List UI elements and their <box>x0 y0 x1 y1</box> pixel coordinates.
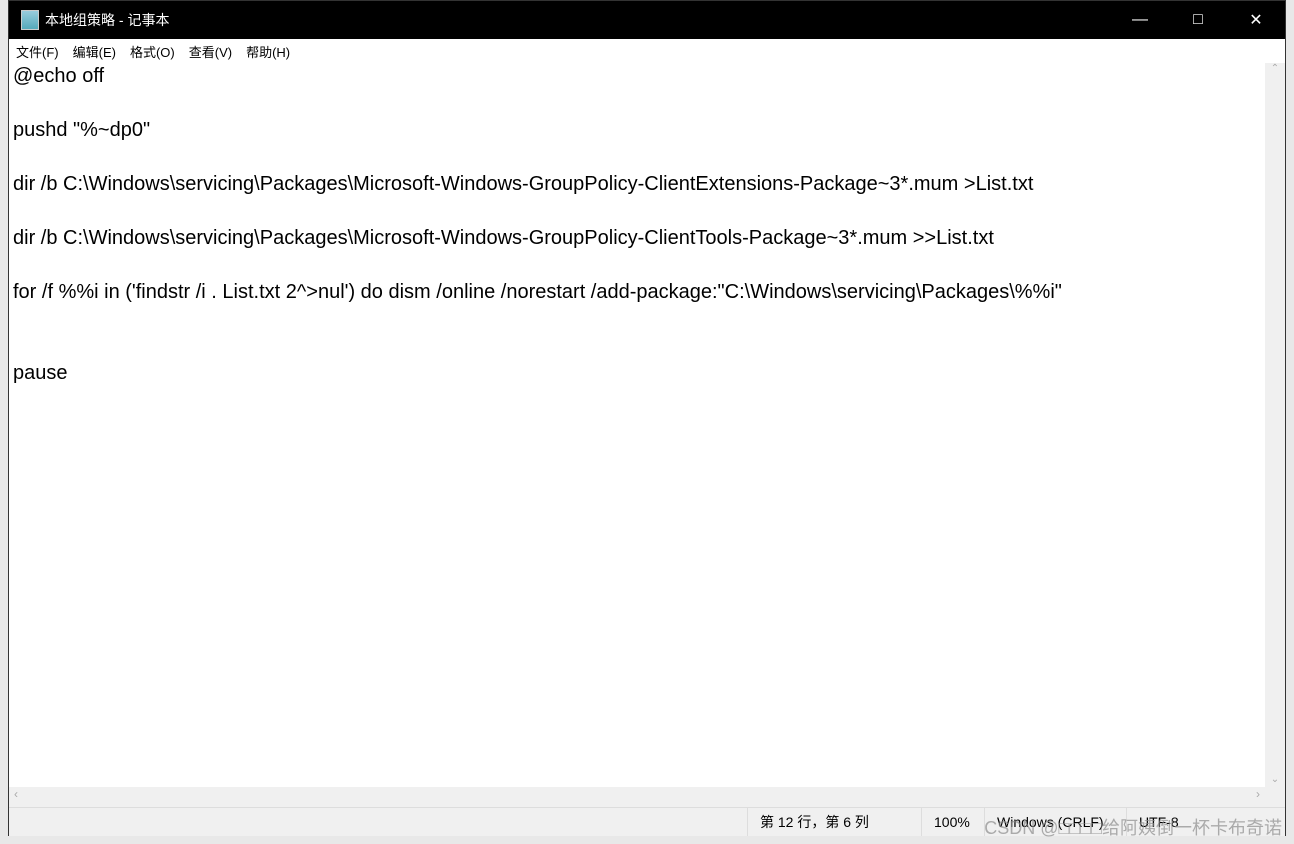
text-editor[interactable]: @echo off pushd "%~dp0" dir /b C:\Window… <box>9 63 1265 787</box>
window-title: 本地组策略 - 记事本 <box>45 12 170 28</box>
scroll-left-icon[interactable]: ‹ <box>14 787 18 801</box>
menu-edit[interactable]: 编辑(E) <box>66 42 123 61</box>
menu-bar: 文件(F) 编辑(E) 格式(O) 查看(V) 帮助(H) <box>9 39 1285 64</box>
menu-help[interactable]: 帮助(H) <box>239 42 297 61</box>
horizontal-scrollbar[interactable]: ‹ › <box>9 787 1265 807</box>
notepad-window: 本地组策略 - 记事本 — □ ✕ 文件(F) 编辑(E) 格式(O) 查看(V… <box>8 0 1286 836</box>
watermark: CSDN @□□□□给阿姨倒一杯卡布奇诺 <box>984 818 1282 838</box>
zoom-level: 100% <box>921 808 984 836</box>
menu-file[interactable]: 文件(F) <box>9 42 66 61</box>
menu-view[interactable]: 查看(V) <box>182 42 239 61</box>
title-bar: 本地组策略 - 记事本 — □ ✕ <box>9 1 1285 39</box>
vertical-scrollbar[interactable]: ⌃ ⌄ <box>1265 63 1285 787</box>
notepad-icon <box>21 10 39 30</box>
close-button[interactable]: ✕ <box>1227 1 1285 39</box>
scroll-right-icon[interactable]: › <box>1256 787 1260 801</box>
scroll-down-icon[interactable]: ⌄ <box>1265 774 1285 785</box>
minimize-button[interactable]: — <box>1111 1 1169 39</box>
maximize-button[interactable]: □ <box>1169 1 1227 39</box>
scroll-up-icon[interactable]: ⌃ <box>1265 63 1285 74</box>
editor-content[interactable]: @echo off pushd "%~dp0" dir /b C:\Window… <box>9 63 1265 387</box>
cursor-position: 第 12 行，第 6 列 <box>747 808 921 836</box>
menu-format[interactable]: 格式(O) <box>123 42 182 61</box>
